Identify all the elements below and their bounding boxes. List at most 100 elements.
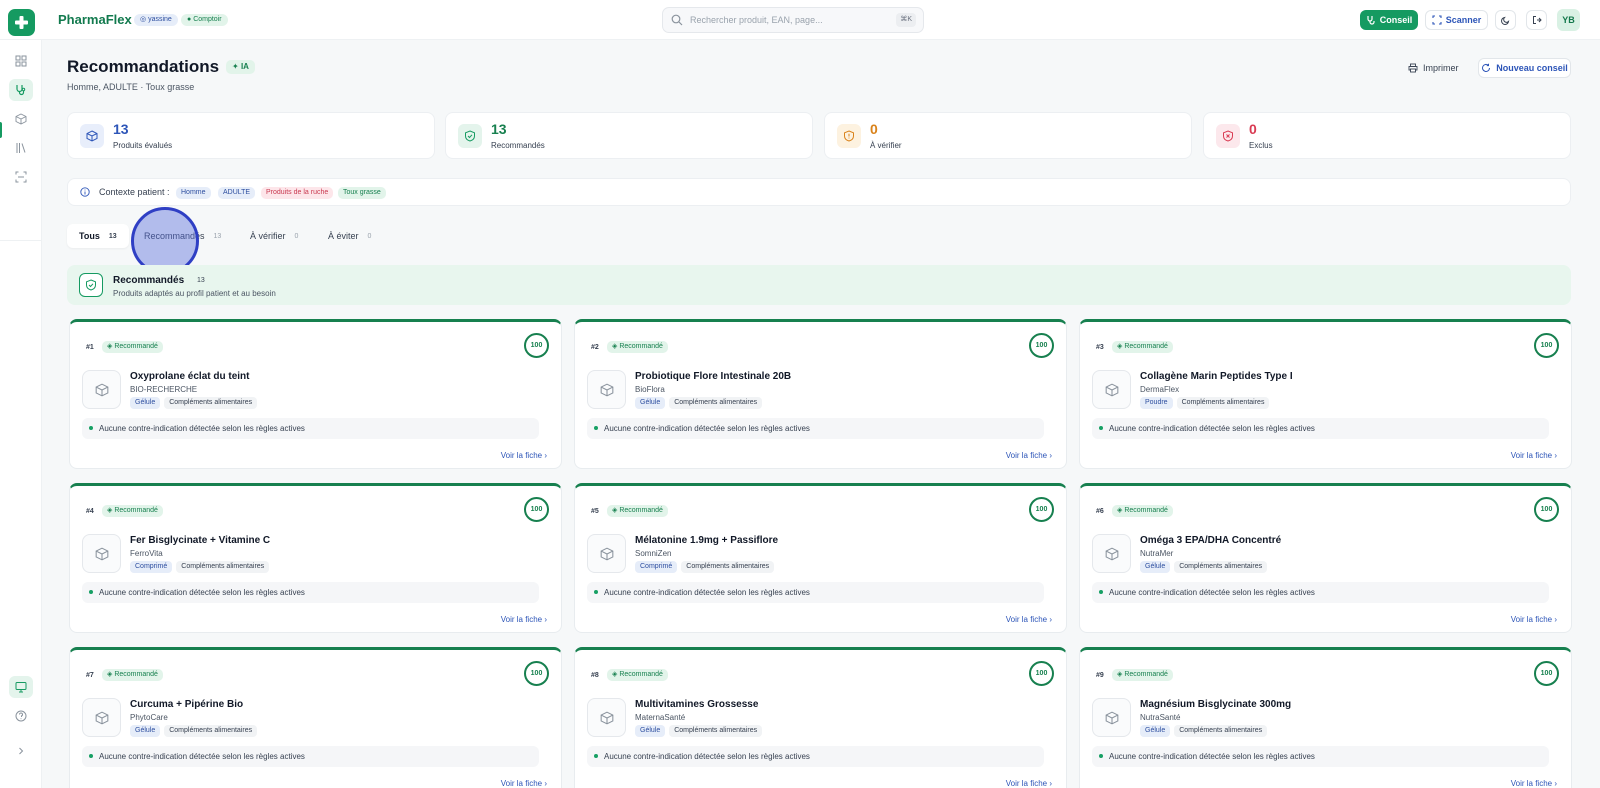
product-name[interactable]: Multivitamines Grossesse	[635, 699, 758, 710]
contraindication-note: Aucune contre-indication détectée selon …	[82, 746, 539, 767]
sidebar-item-dashboard[interactable]	[9, 50, 33, 72]
view-product-link[interactable]: Voir la fiche ›	[501, 451, 547, 460]
monitor-icon	[15, 682, 27, 693]
score-ring: 100	[1534, 661, 1559, 686]
section-count: 13	[197, 277, 205, 284]
product-name[interactable]: Curcuma + Pipérine Bio	[130, 699, 243, 710]
product-name[interactable]: Oméga 3 EPA/DHA Concentré	[1140, 535, 1281, 546]
contraindication-note: Aucune contre-indication détectée selon …	[1092, 418, 1549, 439]
product-name[interactable]: Probiotique Flore Intestinale 20B	[635, 371, 791, 382]
product-card[interactable]: #3 ◈ Recommandé 100 Collagène Marin Peptide…	[1079, 319, 1572, 469]
plus-cross-icon	[15, 16, 28, 29]
sidebar-item-display[interactable]	[9, 676, 33, 698]
view-product-link[interactable]: Voir la fiche ›	[1511, 779, 1557, 788]
product-card[interactable]: #4 ◈ Recommandé 100 Fer Bisglycinate + Vita…	[69, 483, 562, 633]
ia-badge-label: IA	[240, 62, 249, 71]
view-product-link[interactable]: Voir la fiche ›	[501, 779, 547, 788]
recommended-badge-label: Recommandé	[619, 507, 663, 514]
view-product-link[interactable]: Voir la fiche ›	[1511, 451, 1557, 460]
global-search[interactable]: Rechercher produit, EAN, page... ⌘K	[662, 7, 924, 33]
view-product-link[interactable]: Voir la fiche ›	[1511, 615, 1557, 624]
theme-toggle-button[interactable]	[1495, 10, 1516, 30]
product-name[interactable]: Magnésium Bisglycinate 300mg	[1140, 699, 1291, 710]
product-card[interactable]: #6 ◈ Recommandé 100 Oméga 3 EPA/DHA Concent…	[1079, 483, 1572, 633]
view-product-link[interactable]: Voir la fiche ›	[1006, 615, 1052, 624]
box-icon	[1105, 547, 1118, 560]
product-card[interactable]: #9 ◈ Recommandé 100 Magnésium Bisglycinate …	[1079, 647, 1572, 788]
app-logo[interactable]	[8, 9, 35, 36]
view-product-label: Voir la fiche	[1510, 451, 1553, 460]
score-ring: 100	[1029, 661, 1054, 686]
print-button[interactable]: Imprimer	[1408, 58, 1466, 78]
conseil-label: Conseil	[1379, 15, 1413, 25]
product-rank: #9	[1096, 672, 1104, 679]
sidebar-expand-button[interactable]	[9, 740, 33, 762]
recommended-badge: ◈ Recommandé	[607, 669, 668, 681]
sidebar-item-scan[interactable]	[9, 166, 33, 188]
product-card[interactable]: #5 ◈ Recommandé 100 Mélatonine 1.9mg + Pass…	[574, 483, 1067, 633]
tab-count: 13	[213, 232, 222, 240]
view-product-label: Voir la fiche	[1510, 615, 1553, 624]
stat-card-excluded: 0 Exclus	[1203, 112, 1571, 159]
stat-label: Exclus	[1249, 141, 1273, 150]
print-label: Imprimer	[1423, 63, 1459, 73]
sidebar-item-library[interactable]	[9, 137, 33, 159]
view-product-link[interactable]: Voir la fiche ›	[501, 615, 547, 624]
tab-a-verifier[interactable]: À vérifier 0	[238, 224, 310, 248]
product-card[interactable]: #7 ◈ Recommandé 100 Curcuma + Pipérine Bio P…	[69, 647, 562, 788]
product-brand: PhytoCare	[130, 713, 168, 722]
product-card[interactable]: #1 ◈ Recommandé 100 Oxyprolane éclat du tei…	[69, 319, 562, 469]
stat-label: Produits évalués	[113, 141, 173, 150]
sidebar-item-help[interactable]	[9, 705, 33, 727]
view-product-label: Voir la fiche	[1005, 779, 1048, 788]
recommended-badge-label: Recommandé	[619, 671, 663, 678]
shield-check-icon	[458, 124, 482, 148]
context-tag-allergy: Produits de la ruche	[261, 187, 334, 199]
product-thumbnail	[1092, 370, 1131, 409]
sidebar-active-indicator	[0, 122, 2, 138]
view-product-link[interactable]: Voir la fiche ›	[1006, 451, 1052, 460]
product-thumbnail	[82, 698, 121, 737]
tab-a-eviter[interactable]: À éviter 0	[316, 224, 383, 248]
product-tags: Poudre Compléments alimentaires	[1140, 397, 1270, 409]
stat-value: 0	[1249, 121, 1257, 137]
product-name[interactable]: Collagène Marin Peptides Type I	[1140, 371, 1293, 382]
user-badge: ◎ yassine	[134, 14, 178, 26]
product-brand: NutraSanté	[1140, 713, 1181, 722]
logout-button[interactable]	[1526, 10, 1547, 30]
box-icon	[600, 383, 613, 396]
conseil-button[interactable]: Conseil	[1360, 10, 1418, 30]
view-product-link[interactable]: Voir la fiche ›	[1006, 779, 1052, 788]
refresh-icon	[1482, 63, 1491, 72]
chevron-right-icon: ›	[1554, 779, 1557, 788]
product-form-tag: Gélule	[130, 397, 161, 409]
product-form-tag: Gélule	[1140, 561, 1171, 573]
product-name[interactable]: Fer Bisglycinate + Vitamine C	[130, 535, 270, 546]
stat-card-to-verify: 0 À vérifier	[824, 112, 1192, 159]
scanner-label: Scanner	[1445, 15, 1482, 25]
product-brand: NutraMer	[1140, 549, 1174, 558]
sidebar-divider	[0, 240, 42, 241]
library-icon	[16, 143, 26, 153]
help-icon	[15, 710, 27, 722]
tab-tous[interactable]: Tous 13	[67, 224, 129, 248]
chevron-right-icon: ›	[544, 779, 547, 788]
scanner-button[interactable]: Scanner	[1425, 10, 1488, 30]
product-brand: BioFlora	[635, 385, 665, 394]
page-subtitle: Homme, ADULTE · Toux grasse	[67, 82, 195, 92]
chevron-right-icon: ›	[544, 615, 547, 624]
stat-card-recommended: 13 Recommandés	[445, 112, 813, 159]
product-category-tag: Compléments alimentaires	[164, 397, 258, 409]
product-card[interactable]: #2 ◈ Recommandé 100 Probiotique Flore Intes…	[574, 319, 1067, 469]
view-product-label: Voir la fiche	[1005, 615, 1048, 624]
product-card[interactable]: #8 ◈ Recommandé 100 Multivitamines Grossess…	[574, 647, 1067, 788]
tab-count: 13	[108, 232, 117, 240]
product-name[interactable]: Mélatonine 1.9mg + Passiflore	[635, 535, 778, 546]
sidebar-item-conseil[interactable]	[9, 79, 33, 101]
new-conseil-button[interactable]: Nouveau conseil	[1478, 58, 1571, 78]
sidebar-item-products[interactable]	[9, 108, 33, 130]
moon-icon	[1500, 16, 1509, 25]
user-avatar[interactable]: YB	[1557, 9, 1580, 31]
product-name[interactable]: Oxyprolane éclat du teint	[130, 371, 249, 382]
section-recommended-header: Recommandés 13 Produits adaptés au profi…	[67, 265, 1571, 305]
